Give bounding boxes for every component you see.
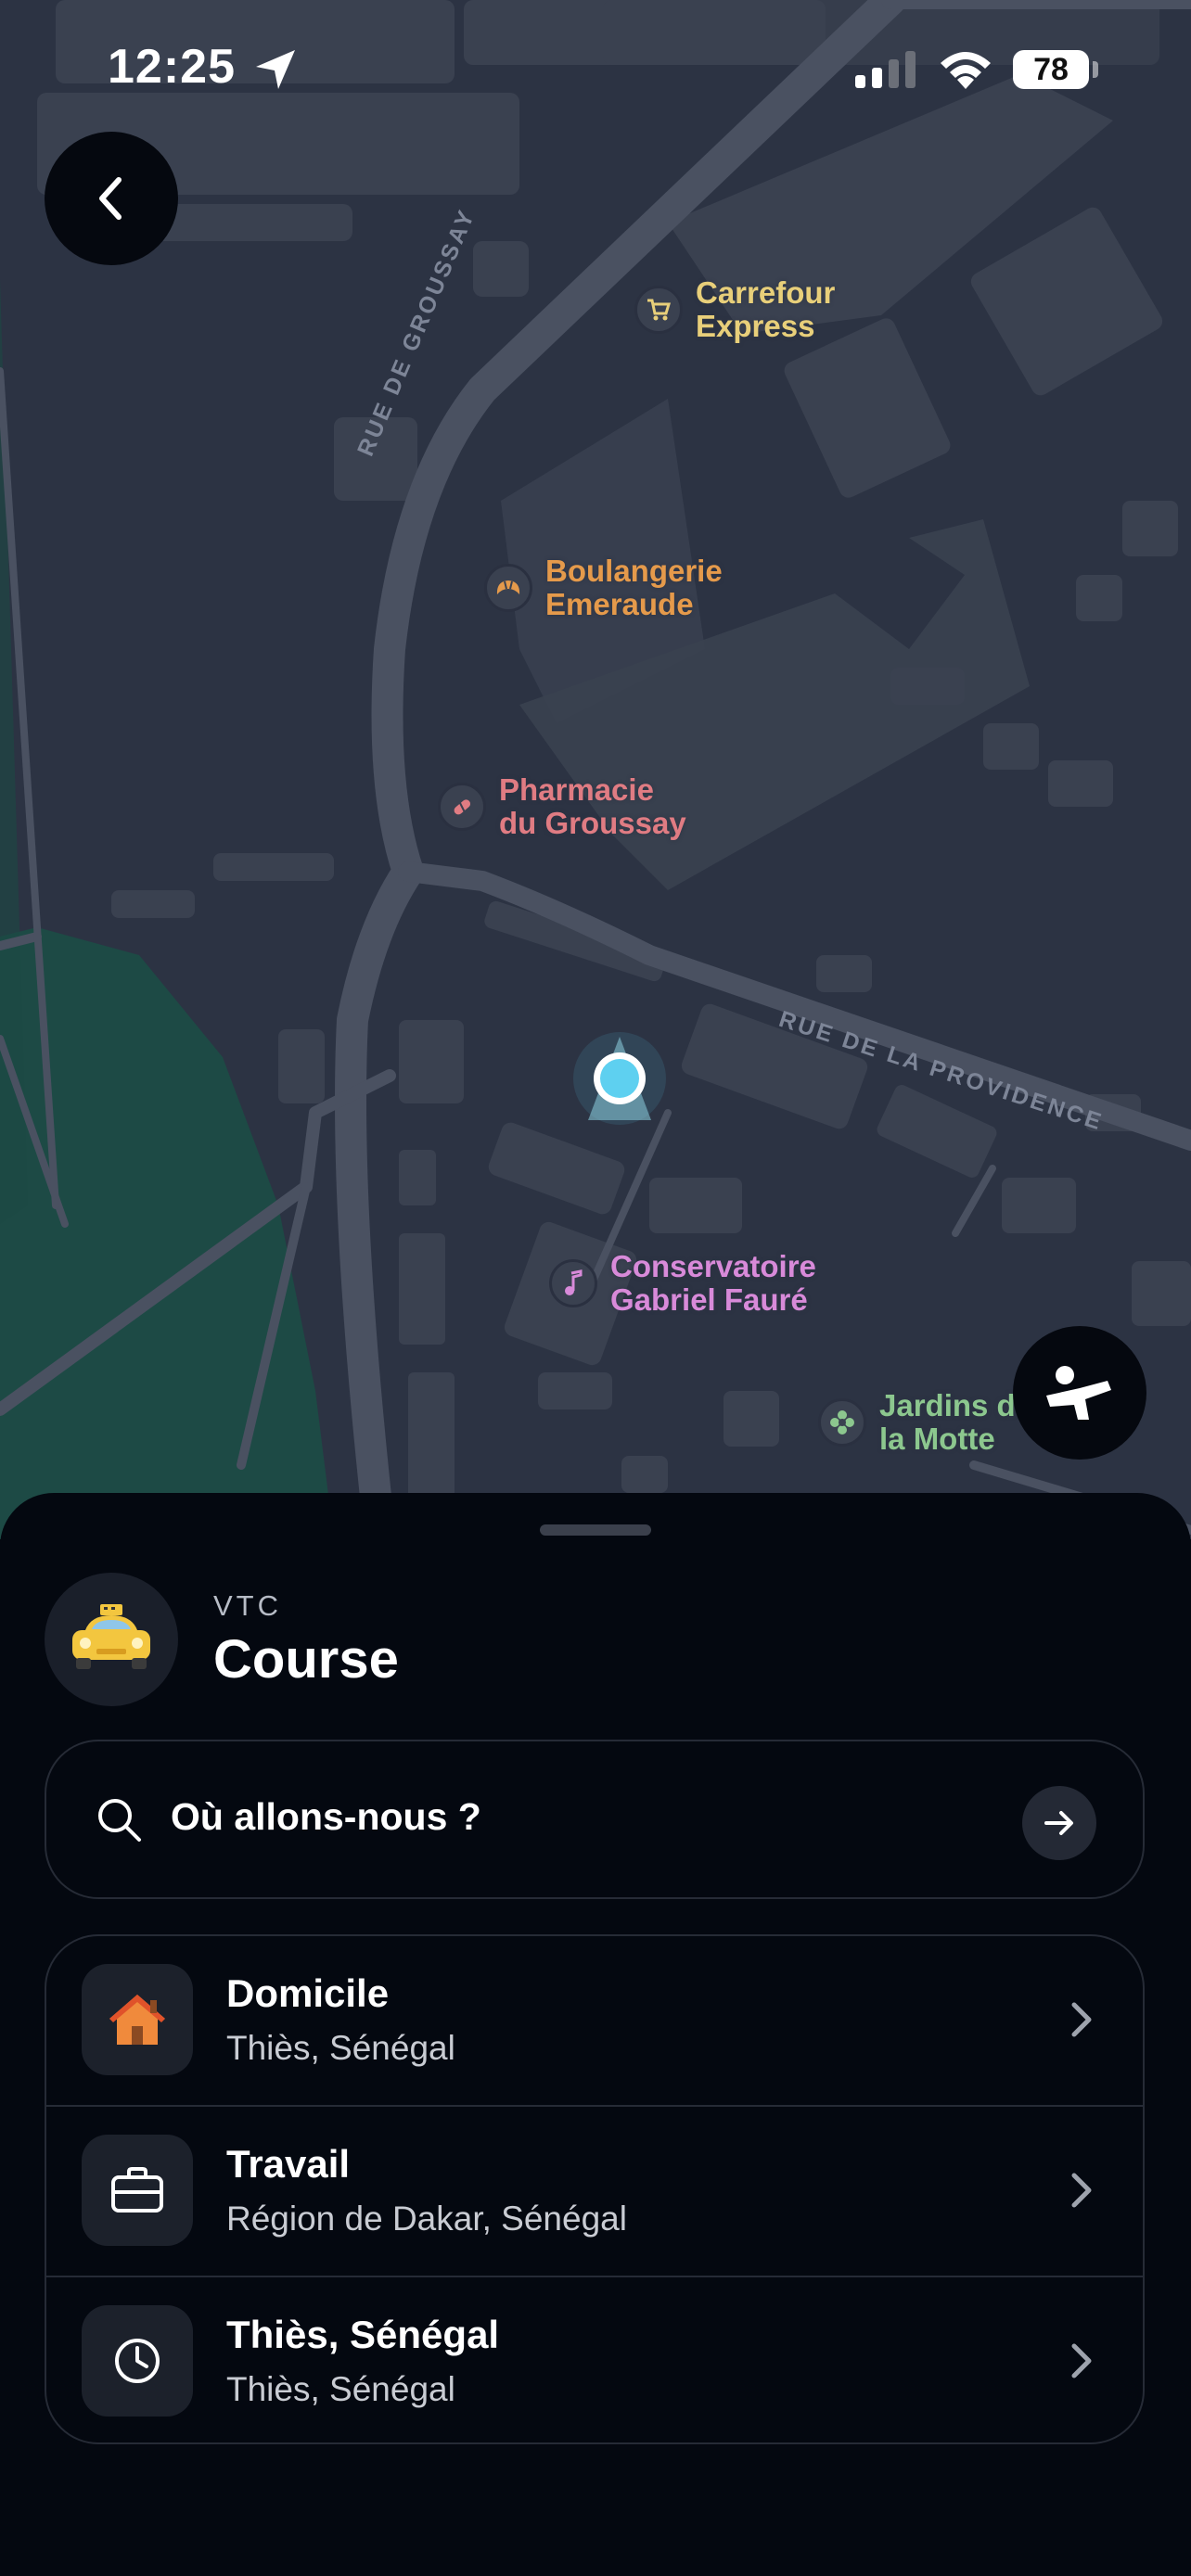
place-row-travail[interactable]: Travail Région de Dakar, Sénégal <box>46 2107 1143 2276</box>
place-subtitle: Thiès, Sénégal <box>226 2029 455 2067</box>
location-arrow-icon <box>256 50 295 89</box>
poi-label: Boulangerie Emeraude <box>545 554 723 621</box>
clock-icon <box>82 2305 193 2417</box>
place-title: Thiès, Sénégal <box>226 2313 500 2356</box>
poi-pharmacie-du-groussay[interactable]: Pharmacie du Groussay <box>438 773 712 840</box>
search-placeholder: Où allons-nous ? <box>171 1795 481 1838</box>
status-bar: 12:25 78 <box>0 0 1191 139</box>
poi-boulangerie-emeraude[interactable]: Boulangerie Emeraude <box>484 555 759 621</box>
place-subtitle: Région de Dakar, Sénégal <box>226 2200 627 2238</box>
search-submit-button[interactable] <box>1022 1786 1096 1860</box>
chevron-right-icon <box>1071 2002 1092 2037</box>
cellular-signal-icon <box>855 51 916 88</box>
home-icon <box>82 1964 193 2075</box>
taxi-icon <box>72 1604 150 1669</box>
poi-carrefour-express[interactable]: Carrefour Express <box>634 276 909 343</box>
battery-level: 78 <box>1013 50 1089 89</box>
place-title: Domicile <box>226 1971 390 2015</box>
place-row-domicile[interactable]: Domicile Thiès, Sénégal <box>46 1936 1143 2105</box>
arrow-right-icon <box>1044 1811 1073 1835</box>
service-category: VTC <box>213 1589 282 1622</box>
shopping-cart-icon <box>634 286 683 334</box>
current-location-marker <box>573 1032 666 1125</box>
service-title: Course <box>213 1629 399 1690</box>
bottom-sheet: VTC Course Où allons-nous ? Domicile Thi… <box>0 1493 1191 2576</box>
destination-search-field[interactable]: Où allons-nous ? <box>45 1740 1145 1899</box>
vtc-avatar <box>45 1573 178 1706</box>
search-icon <box>98 1799 141 1842</box>
poi-label: Carrefour Express <box>696 275 836 343</box>
app: RUE DE GROUSSAY RUE DE LA PROVIDENCE Car… <box>0 0 1191 2576</box>
briefcase-icon <box>82 2135 193 2246</box>
battery-cap <box>1093 61 1098 78</box>
sheet-drag-handle[interactable] <box>540 1524 651 1536</box>
poi-label: Conservatoire Gabriel Fauré <box>610 1249 816 1317</box>
pedestrian-icon <box>1046 1366 1111 1420</box>
music-note-icon <box>549 1259 597 1307</box>
place-row-recent[interactable]: Thiès, Sénégal Thiès, Sénégal <box>46 2277 1143 2442</box>
poi-conservatoire-gabriel-faure[interactable]: Conservatoire Gabriel Fauré <box>549 1250 824 1317</box>
saved-places-list: Domicile Thiès, Sénégal Travail Région d… <box>45 1934 1145 2444</box>
pedestrian-mode-button[interactable] <box>1013 1326 1146 1460</box>
croissant-icon <box>484 564 532 612</box>
place-title: Travail <box>226 2142 351 2186</box>
status-time: 12:25 <box>108 40 236 94</box>
flower-icon <box>818 1398 866 1447</box>
chevron-right-icon <box>1071 2173 1092 2208</box>
poi-label: Pharmacie du Groussay <box>499 772 686 840</box>
chevron-right-icon <box>1071 2343 1092 2378</box>
pill-icon <box>438 783 486 831</box>
place-subtitle: Thiès, Sénégal <box>226 2370 455 2408</box>
back-button[interactable] <box>45 132 178 265</box>
chevron-left-icon <box>99 177 122 220</box>
wifi-icon <box>941 52 991 89</box>
